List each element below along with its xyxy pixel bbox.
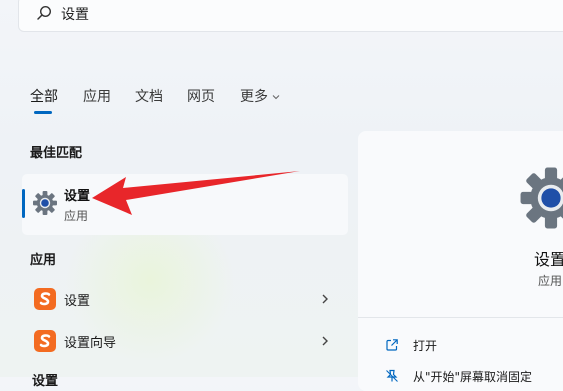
search-input[interactable]: 设置 [61, 4, 89, 24]
settings-gear-icon [33, 191, 57, 215]
settings-section-heading: 设置 [32, 374, 59, 389]
sogou-icon [34, 330, 56, 352]
app-result-settings[interactable]: 设置 [22, 281, 348, 317]
chevron-down-icon [272, 95, 280, 100]
best-match-heading: 最佳匹配 [30, 146, 83, 161]
chevron-right-icon[interactable] [320, 335, 330, 347]
tab-web[interactable]: 网页 [187, 86, 215, 106]
search-box[interactable]: 设置 [18, 0, 563, 32]
selection-indicator [22, 189, 25, 218]
apps-heading: 应用 [30, 253, 57, 268]
unpin-icon [386, 369, 398, 382]
tab-more-label: 更多 [240, 89, 268, 105]
sogou-icon [34, 288, 56, 310]
best-match-title: 设置 [64, 189, 91, 204]
settings-gear-icon [520, 167, 563, 229]
tab-more[interactable]: 更多 [240, 86, 281, 106]
best-match-subtitle: 应用 [64, 209, 89, 223]
tab-active-indicator [34, 111, 52, 114]
app-result-label: 设置向导 [64, 336, 117, 351]
best-match-item[interactable]: 设置 应用 [22, 174, 348, 235]
app-result-settings-wizard[interactable]: 设置向导 [22, 323, 348, 359]
tab-apps[interactable]: 应用 [83, 86, 111, 106]
detail-title: 设置 [534, 250, 563, 269]
open-external-icon [386, 339, 398, 351]
app-result-label: 设置 [64, 294, 91, 309]
open-action-label: 打开 [413, 339, 438, 353]
detail-panel: 设置 应用 打开 从"开始"屏幕取消固定 [358, 131, 563, 391]
detail-subtitle: 应用 [538, 274, 563, 288]
tab-documents[interactable]: 文档 [135, 86, 163, 106]
divider [358, 317, 563, 318]
tab-all[interactable]: 全部 [30, 86, 58, 106]
chevron-right-icon[interactable] [320, 293, 330, 305]
search-icon [37, 5, 52, 20]
